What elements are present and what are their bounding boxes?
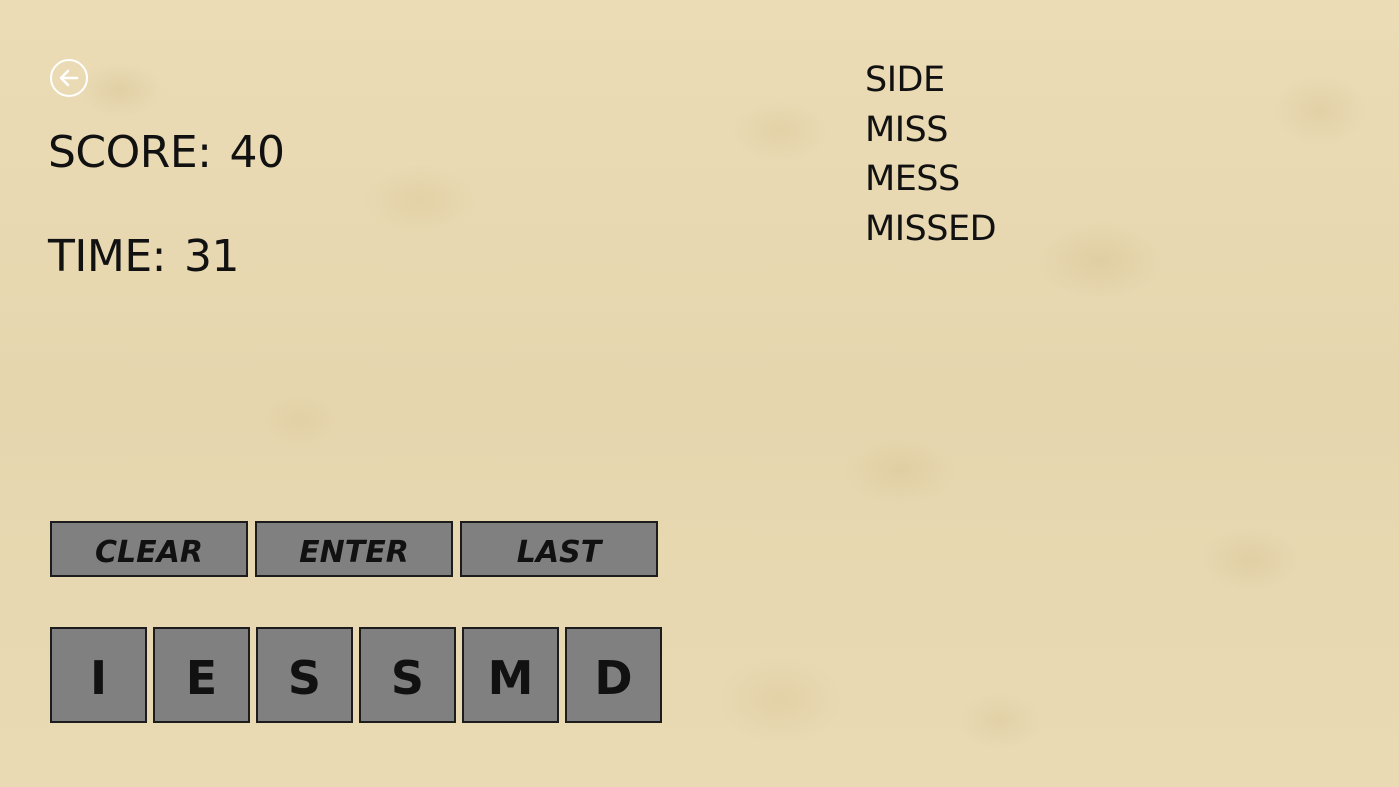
enter-button[interactable]: ENTER — [255, 521, 453, 577]
score-value: 40 — [229, 127, 285, 178]
found-word: MISSED — [865, 208, 997, 249]
found-word: MESS — [865, 159, 960, 199]
clear-button[interactable]: CLEAR — [50, 521, 248, 577]
letter-tile[interactable]: I — [50, 627, 147, 723]
back-button[interactable] — [50, 59, 88, 97]
arrow-left-icon — [59, 69, 79, 87]
found-word: SIDE — [865, 60, 945, 100]
found-words-list: SIDE MISS MESS MISSED — [865, 56, 997, 254]
score-label: SCORE: — [48, 127, 212, 178]
letter-tile[interactable]: S — [256, 627, 353, 723]
action-buttons: CLEAR ENTER LAST — [50, 521, 658, 577]
letter-tile[interactable]: S — [359, 627, 456, 723]
last-button[interactable]: LAST — [460, 521, 658, 577]
time-label: TIME: — [48, 231, 166, 282]
letter-tiles: I E S S M D — [50, 627, 662, 723]
time-display: TIME: 31 — [48, 232, 239, 282]
score-display: SCORE: 40 — [48, 127, 285, 178]
time-value: 31 — [183, 231, 240, 282]
letter-tile[interactable]: D — [565, 627, 662, 723]
found-word: MISS — [865, 109, 948, 150]
letter-tile[interactable]: E — [153, 627, 250, 723]
letter-tile[interactable]: M — [462, 627, 559, 723]
